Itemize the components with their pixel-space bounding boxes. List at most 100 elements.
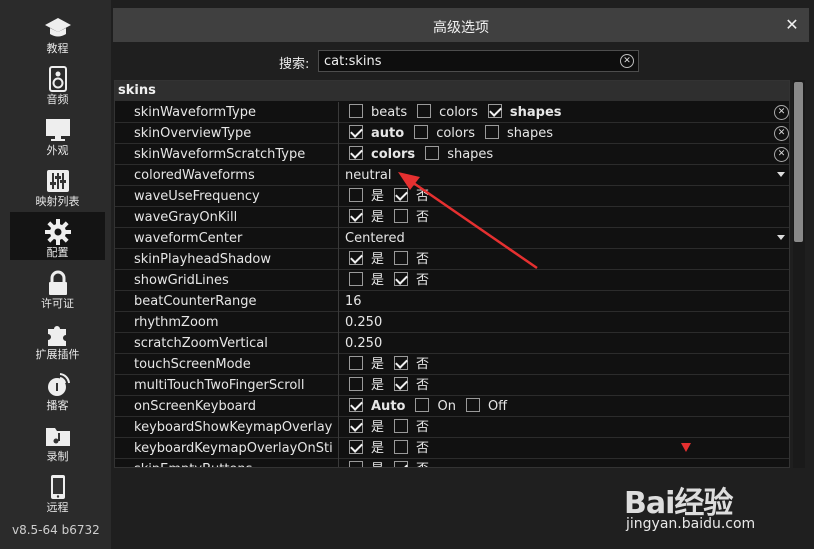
option-choice[interactable]: shapes	[419, 144, 493, 165]
checkbox[interactable]	[394, 440, 409, 454]
checkbox[interactable]	[415, 398, 430, 412]
text-value[interactable]: 0.250	[343, 315, 382, 330]
option-value[interactable]: 0.250	[341, 333, 789, 354]
checkbox[interactable]	[417, 104, 432, 118]
option-choice[interactable]: 是	[343, 249, 384, 270]
option-value[interactable]: 是否	[341, 354, 789, 375]
option-value[interactable]: auto colors shapes	[341, 123, 789, 144]
option-choice[interactable]: Off	[460, 396, 507, 417]
option-choice[interactable]: 否	[388, 459, 429, 467]
close-icon[interactable]: ✕	[781, 14, 803, 36]
option-value[interactable]: 是否	[341, 438, 789, 459]
checkbox[interactable]	[349, 419, 363, 433]
checkbox[interactable]	[349, 440, 363, 454]
option-choice[interactable]: 否	[388, 186, 429, 207]
checkbox[interactable]	[394, 272, 409, 286]
chevron-down-icon[interactable]	[777, 172, 785, 177]
checkbox[interactable]	[349, 188, 363, 202]
checkbox[interactable]	[349, 377, 363, 391]
checkbox[interactable]	[349, 356, 363, 370]
option-choice[interactable]: 否	[388, 375, 429, 396]
search-input[interactable]	[324, 53, 604, 69]
option-choice[interactable]: 否	[388, 249, 429, 270]
option-choice[interactable]: 是	[343, 438, 384, 459]
option-choice[interactable]: 否	[388, 438, 429, 459]
clear-icon[interactable]: ✕	[774, 147, 789, 162]
sidebar-item-6[interactable]: 扩展插件	[10, 314, 105, 362]
table-row[interactable]: waveformCenter Centered	[115, 228, 789, 249]
checkbox[interactable]	[484, 125, 499, 139]
table-row[interactable]: onScreenKeyboard Auto On Off	[115, 396, 789, 417]
text-value[interactable]: 16	[343, 294, 362, 309]
checkbox[interactable]	[349, 104, 363, 118]
sidebar-item-1[interactable]: 音频	[10, 59, 105, 107]
table-row[interactable]: rhythmZoom 0.250	[115, 312, 789, 333]
checkbox[interactable]	[349, 146, 363, 160]
sidebar-item-5[interactable]: 许可证	[10, 263, 105, 311]
table-row[interactable]: skinPlayheadShadow 是否	[115, 249, 789, 270]
checkbox[interactable]	[349, 251, 363, 265]
option-value[interactable]: colors shapes	[341, 144, 789, 165]
table-row[interactable]: coloredWaveforms neutral	[115, 165, 789, 186]
table-row[interactable]: skinWaveformType beats colors shapes ✕	[115, 102, 789, 123]
option-choice[interactable]: 否	[388, 270, 429, 291]
checkbox[interactable]	[465, 398, 480, 412]
checkbox[interactable]	[394, 251, 409, 265]
table-row[interactable]: scratchZoomVertical 0.250	[115, 333, 789, 354]
option-choice[interactable]: 是	[343, 207, 384, 228]
select-value[interactable]: Centered	[343, 231, 405, 246]
option-value[interactable]: 是否	[341, 459, 789, 467]
sidebar-item-7[interactable]: 播客	[10, 365, 105, 413]
table-row[interactable]: touchScreenMode 是否	[115, 354, 789, 375]
option-value[interactable]: 是否	[341, 270, 789, 291]
sidebar-item-8[interactable]: 录制	[10, 416, 105, 464]
checkbox[interactable]	[394, 209, 409, 223]
option-value[interactable]: 0.250	[341, 312, 789, 333]
checkbox[interactable]	[349, 461, 363, 467]
chevron-down-icon[interactable]	[777, 235, 785, 240]
checkbox[interactable]	[487, 104, 502, 118]
option-choice[interactable]: On	[409, 396, 456, 417]
sidebar-item-9[interactable]: 远程	[10, 467, 105, 515]
option-choice[interactable]: 是	[343, 186, 384, 207]
option-value[interactable]: 是否	[341, 375, 789, 396]
checkbox[interactable]	[394, 419, 409, 433]
search-box[interactable]: ✕	[318, 50, 639, 72]
clear-icon[interactable]: ✕	[774, 105, 789, 120]
option-choice[interactable]: colors	[343, 144, 415, 165]
option-choice[interactable]: 是	[343, 375, 384, 396]
option-choice[interactable]: 是	[343, 354, 384, 375]
select-value[interactable]: neutral	[343, 168, 392, 183]
option-value[interactable]: 是否	[341, 249, 789, 270]
option-value[interactable]: neutral	[341, 165, 789, 186]
option-choice[interactable]: Auto	[343, 396, 405, 417]
table-row[interactable]: skinEmptyButtons是否	[115, 459, 789, 467]
checkbox[interactable]	[349, 398, 363, 412]
table-row[interactable]: multiTouchTwoFingerScroll 是否	[115, 375, 789, 396]
table-row[interactable]: skinWaveformScratchType colors shapes ✕	[115, 144, 789, 165]
option-choice[interactable]: 是	[343, 417, 384, 438]
option-value[interactable]: 16	[341, 291, 789, 312]
option-choice[interactable]: 否	[388, 354, 429, 375]
search-clear-icon[interactable]: ✕	[620, 54, 634, 68]
option-choice[interactable]: colors	[411, 102, 478, 123]
option-choice[interactable]: auto	[343, 123, 404, 144]
table-row[interactable]: waveUseFrequency 是否	[115, 186, 789, 207]
option-value[interactable]: beats colors shapes	[341, 102, 789, 123]
text-value[interactable]: 0.250	[343, 336, 382, 351]
checkbox[interactable]	[394, 461, 409, 467]
checkbox[interactable]	[349, 125, 363, 139]
scrollbar-thumb[interactable]	[794, 82, 803, 242]
vertical-scrollbar[interactable]	[793, 80, 805, 468]
option-value[interactable]: 是否	[341, 207, 789, 228]
sidebar-item-2[interactable]: 外观	[10, 110, 105, 158]
option-choice[interactable]: colors	[408, 123, 475, 144]
option-value[interactable]: Centered	[341, 228, 789, 249]
table-row[interactable]: waveGrayOnKill 是否	[115, 207, 789, 228]
option-value[interactable]: 是否	[341, 186, 789, 207]
option-choice[interactable]: shapes	[479, 123, 553, 144]
sidebar-item-4[interactable]: 配置	[10, 212, 105, 260]
option-choice[interactable]: 否	[388, 207, 429, 228]
table-row[interactable]: showGridLines 是否	[115, 270, 789, 291]
checkbox[interactable]	[394, 377, 409, 391]
